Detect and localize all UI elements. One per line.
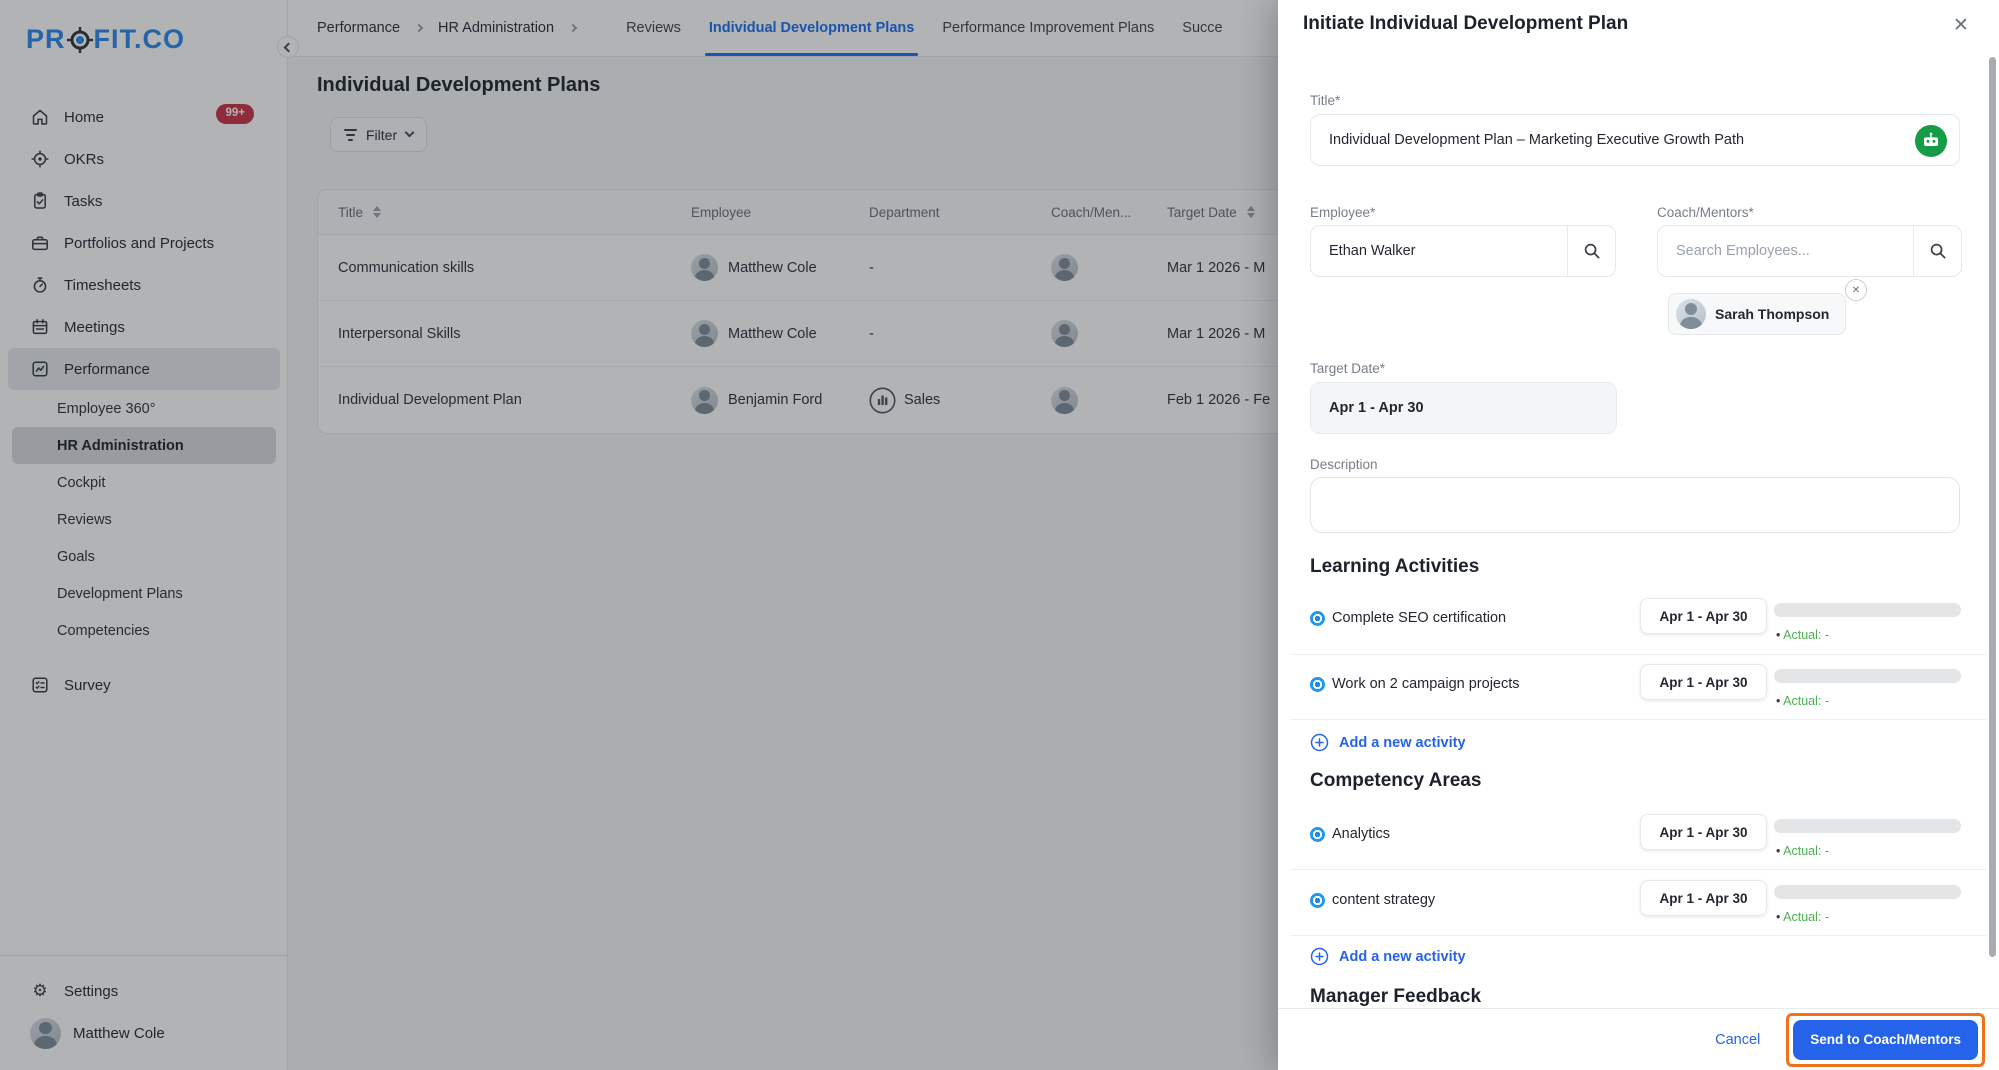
activity-date-chip[interactable]: Apr 1 - Apr 30 [1640,814,1767,850]
initiate-idp-drawer: Initiate Individual Development Plan Tit… [1278,0,1999,1070]
employee-field-label: Employee* [1310,205,1376,220]
cancel-button[interactable]: Cancel [1715,1032,1760,1048]
coach-chip-sarah-thompson[interactable]: Sarah Thompson [1668,293,1847,335]
objective-bullet-icon [1310,677,1325,692]
remove-coach-icon[interactable] [1845,279,1867,301]
coach-chip-name: Sarah Thompson [1715,306,1830,322]
action-highlight-box: Send to Coach/Mentors [1786,1012,1985,1067]
description-label: Description [1310,457,1378,472]
activity-progress-bar [1774,669,1961,683]
activity-name: Analytics [1332,826,1391,842]
competency-areas-heading: Competency Areas [1310,770,1482,791]
ai-assistant-icon[interactable] [1915,125,1947,157]
activity-name: Complete SEO certification [1332,610,1507,626]
send-to-coach-mentors-button[interactable]: Send to Coach/Mentors [1793,1019,1978,1060]
description-textarea[interactable] [1310,477,1960,533]
learning-activity-row: Complete SEO certification Apr 1 - Apr 3… [1290,596,1987,655]
title-input[interactable]: Individual Development Plan – Marketing … [1310,114,1960,166]
coach-input-placeholder: Search Employees... [1676,243,1810,259]
activity-actual-value: Actual: - [1776,844,1829,858]
title-field-label: Title* [1310,93,1341,108]
objective-bullet-icon [1310,893,1325,908]
manager-feedback-heading: Manager Feedback [1310,986,1482,1007]
objective-bullet-icon [1310,611,1325,626]
target-date-label: Target Date* [1310,361,1386,376]
title-input-value: Individual Development Plan – Marketing … [1329,132,1745,148]
activity-actual-value: Actual: - [1776,910,1829,924]
coach-search-input[interactable]: Search Employees... [1657,225,1962,277]
activity-actual-value: Actual: - [1776,628,1829,642]
drawer-title: Initiate Individual Development Plan [1303,13,1629,34]
activity-progress-bar [1774,885,1961,899]
activity-name: Work on 2 campaign projects [1332,676,1520,692]
add-activity-label: Add a new activity [1339,734,1466,751]
activity-date-chip[interactable]: Apr 1 - Apr 30 [1640,598,1767,634]
search-button[interactable] [1913,226,1961,276]
activity-progress-bar [1774,603,1961,617]
learning-activities-heading: Learning Activities [1310,556,1480,577]
drawer-footer: Cancel Send to Coach/Mentors [1278,1008,1999,1070]
add-activity-label: Add a new activity [1339,948,1466,965]
add-learning-activity-link[interactable]: Add a new activity [1310,733,1466,752]
activity-date-chip[interactable]: Apr 1 - Apr 30 [1640,664,1767,700]
competency-row: Analytics Apr 1 - Apr 30 Actual: - [1290,812,1987,870]
search-icon [1930,243,1945,259]
competency-row: content strategy Apr 1 - Apr 30 Actual: … [1290,878,1987,936]
employee-input-value: Ethan Walker [1329,243,1416,259]
activity-actual-value: Actual: - [1776,694,1829,708]
employee-search-input[interactable]: Ethan Walker [1310,225,1616,277]
avatar [1676,299,1706,329]
add-competency-link[interactable]: Add a new activity [1310,947,1466,966]
activity-name: content strategy [1332,892,1436,908]
search-icon [1584,243,1599,259]
plus-circle-icon [1310,947,1329,966]
coach-field-label: Coach/Mentors* [1657,205,1754,220]
app-root: PR FIT.CO Home 99+ OKRs Tasks Portfolios… [0,0,1999,1070]
drawer-scrollbar[interactable] [1989,57,1996,957]
close-icon[interactable] [1946,10,1976,40]
target-date-value: Apr 1 - Apr 30 [1329,400,1424,416]
search-button[interactable] [1567,226,1615,276]
objective-bullet-icon [1310,827,1325,842]
plus-circle-icon [1310,733,1329,752]
activity-date-chip[interactable]: Apr 1 - Apr 30 [1640,880,1767,916]
learning-activity-row: Work on 2 campaign projects Apr 1 - Apr … [1290,662,1987,720]
target-date-picker[interactable]: Apr 1 - Apr 30 [1310,382,1617,434]
activity-progress-bar [1774,819,1961,833]
modal-backdrop[interactable] [0,0,1278,1070]
